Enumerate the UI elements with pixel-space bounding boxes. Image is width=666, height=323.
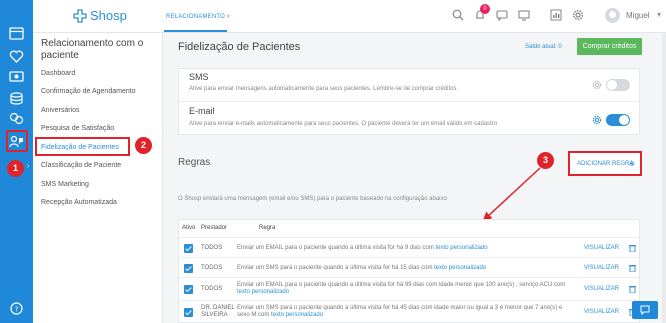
row-active-checkbox[interactable] xyxy=(184,264,193,273)
page-scrollbar[interactable] xyxy=(662,33,666,323)
table-row: TODOS Enviar um SMS para o paciente quan… xyxy=(179,257,639,277)
rules-title: Regras xyxy=(178,157,211,168)
sms-title: SMS xyxy=(189,72,209,82)
rule-text: Enviar um SMS para o paciente quando a ú… xyxy=(237,265,435,271)
rule-text: Enviar um EMAIL para o paciente quando a… xyxy=(237,245,436,251)
sms-settings-icon[interactable] xyxy=(592,80,602,90)
row-active-checkbox[interactable] xyxy=(184,285,193,294)
trash-icon[interactable] xyxy=(629,264,636,272)
page-title: Fidelização de Pacientes xyxy=(178,41,301,53)
sidebar-item-pesquisa[interactable]: Pesquisa de Satisfação xyxy=(41,125,114,132)
sidebar-item-classificacao[interactable]: Classificação de Paciente xyxy=(41,162,121,169)
buy-credits-button[interactable]: Comprar créditos xyxy=(577,38,642,55)
row-rule: Enviar um EMAIL para o paciente quando a… xyxy=(237,282,567,296)
col-regra: Regra xyxy=(259,225,276,231)
add-circle-icon: ⊕ xyxy=(629,161,635,168)
chat-bubble-icon xyxy=(640,305,650,315)
main-content: Fidelização de Pacientes Saldo atual: 0 … xyxy=(170,33,660,323)
email-title: E-mail xyxy=(189,106,215,116)
finance-icon[interactable] xyxy=(9,112,24,125)
row-prestador: TODOS xyxy=(201,245,223,251)
shosp-logo-icon xyxy=(73,8,87,23)
bell-icon[interactable]: 0 xyxy=(474,4,490,21)
help-icon[interactable]: ? xyxy=(9,302,24,315)
col-ativo: Ativo xyxy=(182,225,196,231)
row-rule: Enviar um EMAIL para o paciente quando a… xyxy=(237,245,567,252)
sidebar-highlight-box xyxy=(35,137,130,156)
col-prestador: Prestador xyxy=(201,225,228,231)
support-chat-button[interactable] xyxy=(632,301,658,319)
top-header: Shosp RELACIONAMENTO × 0 Miguel ▼ xyxy=(33,0,666,33)
active-icon-highlight xyxy=(6,130,28,152)
callout-2: 2 xyxy=(135,137,152,154)
add-rule-label: ADICIONAR REGRA xyxy=(577,161,634,167)
search-icon[interactable] xyxy=(452,9,464,21)
rules-table: Ativo Prestador Regra TODOS Enviar um EM… xyxy=(178,219,640,323)
saldo-link[interactable]: Saldo atual: 0 xyxy=(525,44,562,50)
view-link[interactable]: VISUALIZAR xyxy=(584,265,619,271)
monitor-header-icon[interactable] xyxy=(518,9,530,21)
table-row: DR. DANIEL SILVEIRA Enviar um SMS para o… xyxy=(179,300,639,323)
svg-text:?: ? xyxy=(15,305,19,313)
section-sidebar: Relacionamento com o paciente Dashboard … xyxy=(33,33,163,323)
row-prestador: DR. DANIEL SILVEIRA xyxy=(201,305,235,318)
row-rule: Enviar um SMS para o paciente quando a ú… xyxy=(237,265,567,272)
email-settings-icon[interactable] xyxy=(592,115,602,125)
table-row: TODOS Enviar um EMAIL para o paciente qu… xyxy=(179,237,639,257)
sidebar-item-recepcao[interactable]: Recepção Automatizada xyxy=(41,199,117,206)
view-link[interactable]: VISUALIZAR xyxy=(584,286,619,292)
sidebar-item-sms-marketing[interactable]: SMS Marketing xyxy=(41,181,89,188)
user-menu[interactable]: Miguel ▼ xyxy=(605,8,663,23)
sms-toggle[interactable] xyxy=(606,79,630,91)
sms-row: SMS Ative para enviar mensagens automati… xyxy=(179,69,639,102)
row-active-checkbox[interactable] xyxy=(184,308,193,317)
email-row: E-mail Ative para enviar e-mails automat… xyxy=(179,102,639,136)
trash-icon[interactable] xyxy=(629,244,636,252)
gear-icon[interactable] xyxy=(572,9,584,21)
email-description: Ative para enviar e-mails automaticament… xyxy=(189,121,498,127)
sidebar-item-dashboard[interactable]: Dashboard xyxy=(41,70,75,77)
row-active-checkbox[interactable] xyxy=(184,244,193,253)
row-rule: Enviar um SMS para o paciente quando a ú… xyxy=(237,305,567,319)
heart-icon[interactable] xyxy=(9,50,24,63)
chat-icon[interactable] xyxy=(496,9,508,21)
view-link[interactable]: VISUALIZAR xyxy=(584,245,619,251)
add-rule-button[interactable]: ADICIONAR REGRA ⊕ xyxy=(568,151,642,176)
rules-intro: O Shosp enviará uma mensagem (email e/ou… xyxy=(178,196,447,202)
avatar xyxy=(605,8,620,23)
calendar-icon[interactable] xyxy=(9,92,24,105)
rule-text: Enviar um EMAIL para o paciente quando a… xyxy=(237,282,566,288)
trash-icon[interactable] xyxy=(629,285,636,293)
sidebar-item-aniversarios[interactable]: Aniversários xyxy=(41,107,80,114)
sidebar-expand-caret[interactable]: › xyxy=(27,163,29,170)
row-prestador: TODOS xyxy=(201,265,223,271)
monitor-icon[interactable] xyxy=(9,71,24,84)
rule-link[interactable]: texto personalizado xyxy=(434,265,486,271)
email-toggle[interactable] xyxy=(606,114,630,126)
table-row: TODOS Enviar um EMAIL para o paciente qu… xyxy=(179,277,639,300)
channels-card: SMS Ative para enviar mensagens automati… xyxy=(178,68,640,135)
tab-label: RELACIONAMENTO xyxy=(166,14,226,20)
rule-link[interactable]: texto personalizado xyxy=(237,289,289,295)
notification-badge: 0 xyxy=(480,4,490,14)
sidebar-item-confirmacao[interactable]: Confirmação de Agendamento xyxy=(41,88,136,95)
callout-1: 1 xyxy=(7,160,24,177)
tab-close-icon[interactable]: × xyxy=(226,12,231,21)
rule-link[interactable]: texto personalizado xyxy=(436,245,488,251)
view-link[interactable]: VISUALIZAR xyxy=(584,309,619,315)
sms-description: Ative para enviar mensagens automaticame… xyxy=(189,86,457,92)
logo-text: Shosp xyxy=(90,8,127,23)
chevron-down-icon: ▼ xyxy=(655,12,663,19)
menu-icon[interactable] xyxy=(9,27,24,40)
tab-relacionamento[interactable]: RELACIONAMENTO xyxy=(163,14,228,32)
row-prestador: TODOS xyxy=(201,286,223,292)
rule-link[interactable]: texto personalizado xyxy=(271,312,323,318)
user-name: Miguel xyxy=(626,11,650,20)
logo[interactable]: Shosp xyxy=(73,8,127,23)
sidebar-title: Relacionamento com o paciente xyxy=(41,38,144,61)
chart-icon[interactable] xyxy=(550,9,562,21)
